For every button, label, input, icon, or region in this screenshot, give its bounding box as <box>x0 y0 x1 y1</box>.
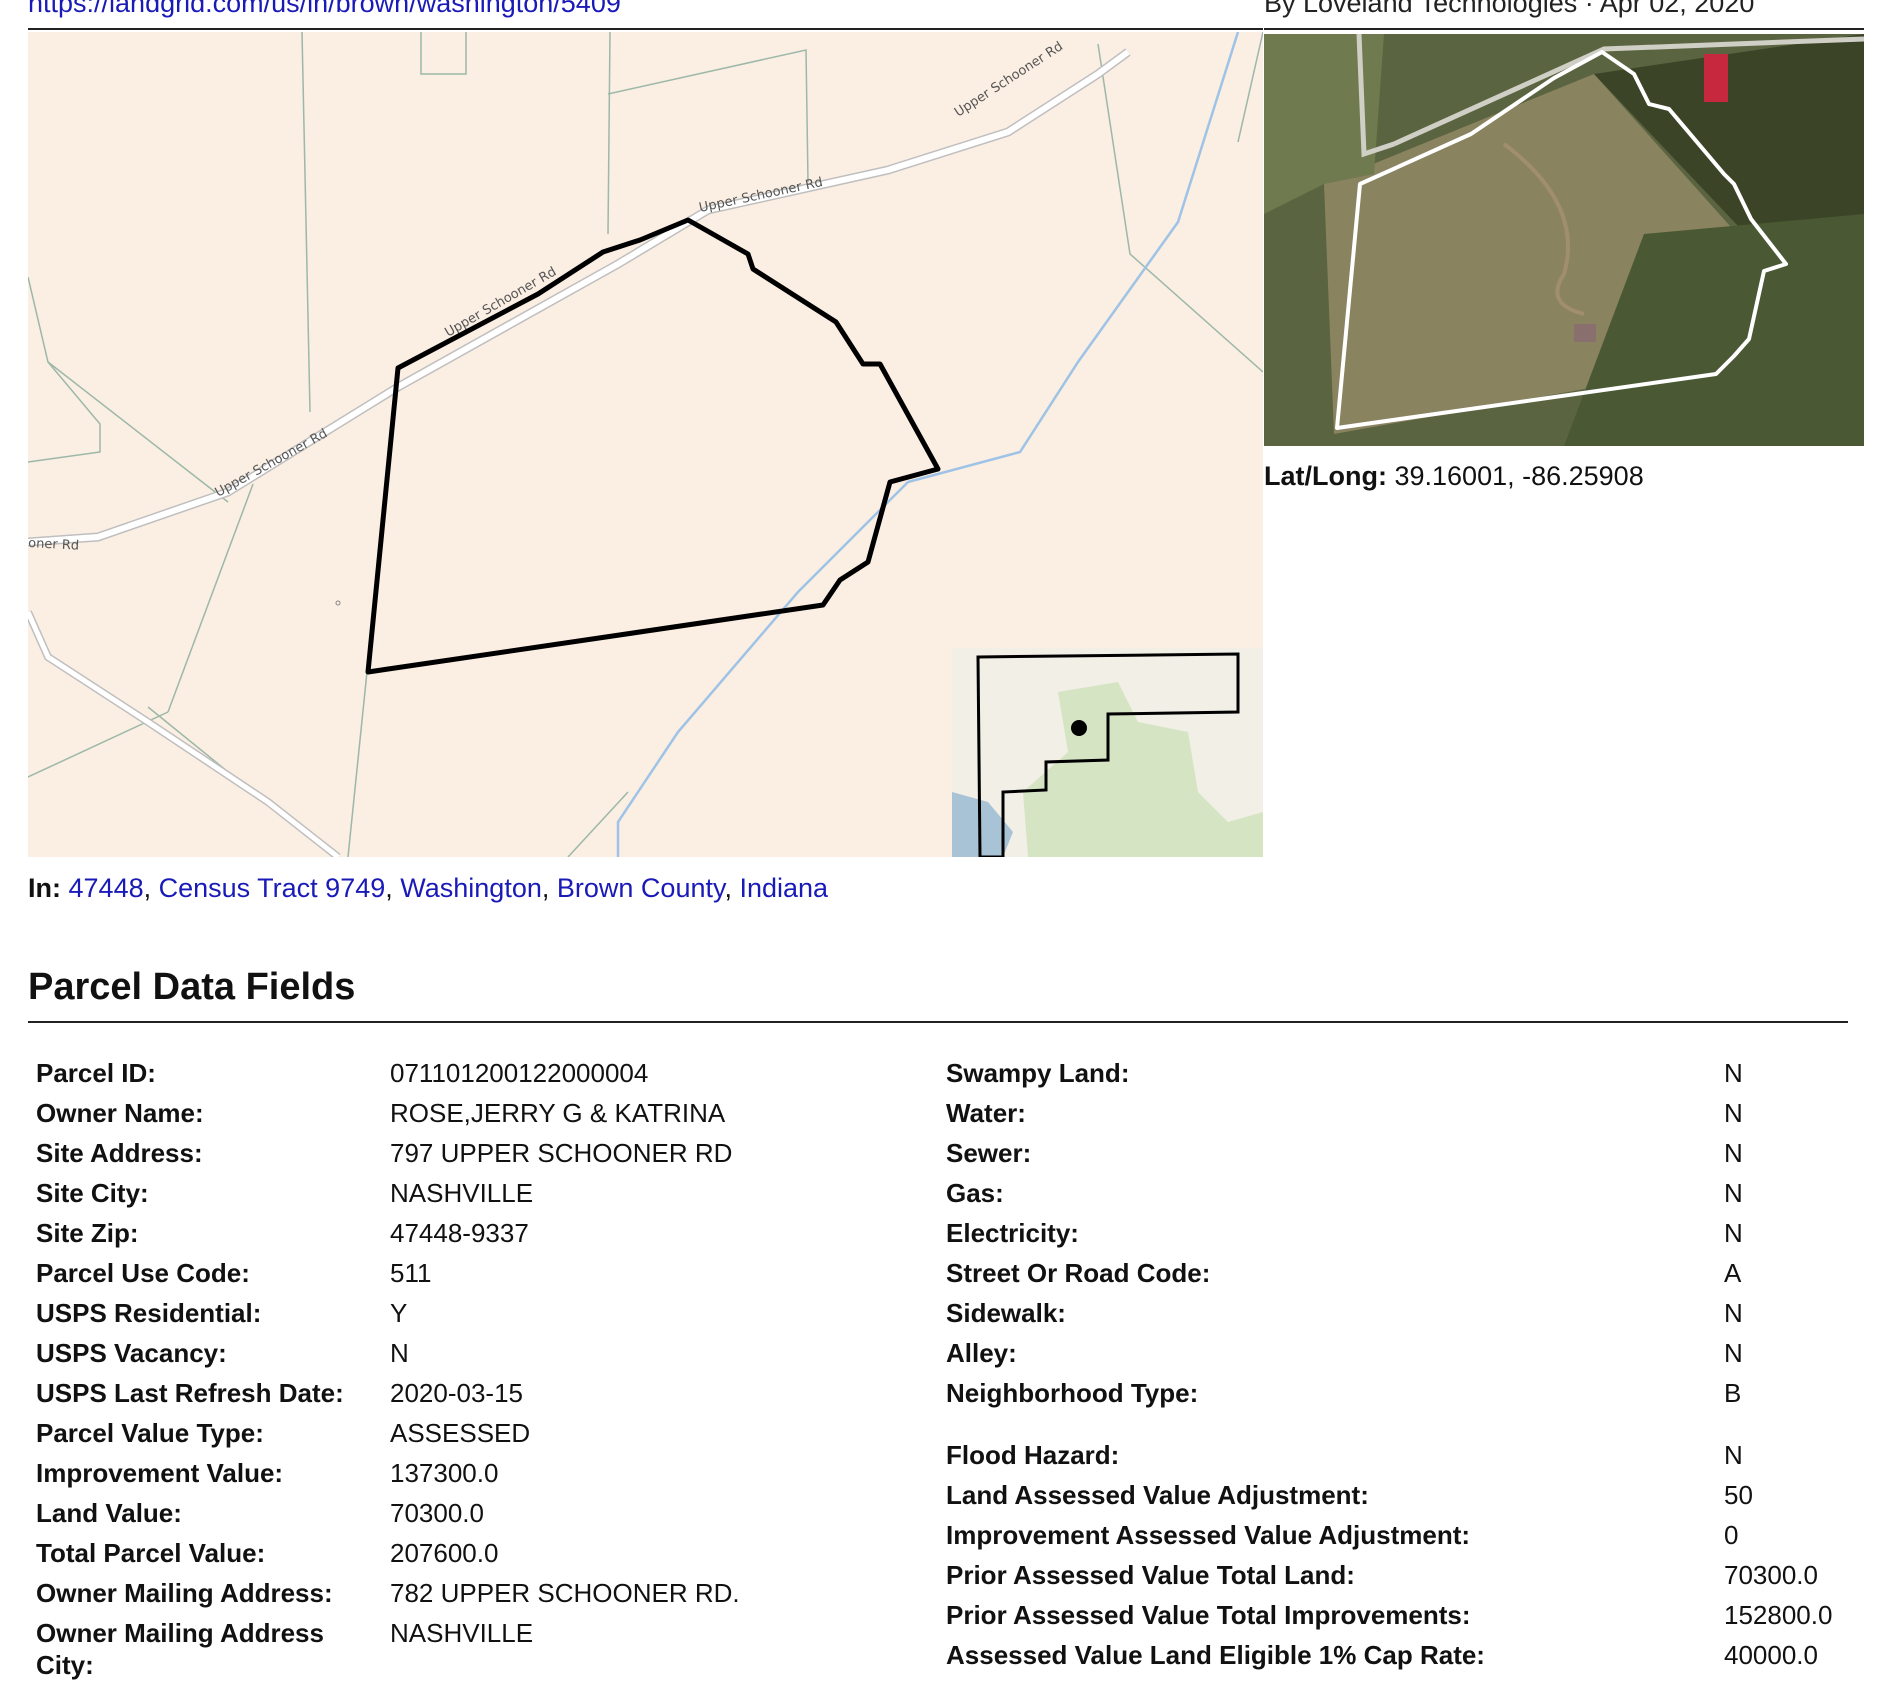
field-label: Site Zip: <box>36 1218 139 1248</box>
field-label: Flood Hazard: <box>946 1440 1120 1470</box>
subject-parcel-boundary <box>365 217 941 675</box>
parcel-map[interactable]: Upper Schooner Rd Upper Schooner Rd Uppe… <box>28 32 1263 857</box>
field-label: Gas: <box>946 1178 1004 1208</box>
header-divider-right <box>1264 28 1864 30</box>
field-label: USPS Vacancy: <box>36 1338 227 1368</box>
field-label: Owner Mailing Address <box>36 1618 324 1648</box>
field-value: N <box>1724 1178 1743 1208</box>
credit-text: By Loveland Technologies · Apr 02, 2020 <box>1264 0 1755 18</box>
field-label: Sewer: <box>946 1138 1032 1168</box>
field-label: Electricity: <box>946 1218 1079 1248</box>
field-value: N <box>1724 1218 1743 1248</box>
field-value: 40000.0 <box>1724 1640 1818 1670</box>
field-label: Swampy Land: <box>946 1058 1130 1088</box>
field-label: Owner Mailing Address: <box>36 1578 333 1608</box>
field-value: 47448-9337 <box>390 1218 529 1248</box>
field-label: Parcel Use Code: <box>36 1258 250 1288</box>
field-label: Parcel Value Type: <box>36 1418 264 1448</box>
field-label: Site City: <box>36 1178 149 1208</box>
field-value: 071101200122000004 <box>390 1058 649 1088</box>
lat-long: Lat/Long: 39.16001, -86.25908 <box>1264 461 1644 492</box>
field-value: N <box>1724 1338 1743 1368</box>
header-divider <box>28 28 1263 30</box>
field-value: NASHVILLE <box>390 1178 534 1208</box>
field-value: N <box>1724 1298 1743 1328</box>
parcel-url-link[interactable]: https://landgrid.com/us/in/brown/washing… <box>28 0 621 19</box>
locator-inset-map <box>952 648 1263 857</box>
section-title: Parcel Data Fields <box>28 966 356 1008</box>
field-value: N <box>1724 1138 1743 1168</box>
field-label: Land Value: <box>36 1498 182 1528</box>
location-label: In: <box>28 873 61 903</box>
field-value: N <box>1724 1440 1743 1470</box>
field-value: 207600.0 <box>390 1538 499 1568</box>
field-label: USPS Last Refresh Date: <box>36 1378 344 1408</box>
field-value: Y <box>390 1298 408 1328</box>
field-value: 2020-03-15 <box>390 1378 523 1408</box>
field-label: Sidewalk: <box>946 1298 1066 1328</box>
location-links: In: 47448, Census Tract 9749, Washington… <box>28 873 829 903</box>
field-label: Assessed Value Land Eligible 1% Cap Rate… <box>946 1640 1485 1670</box>
field-value: ASSESSED <box>390 1418 531 1448</box>
field-value: 797 UPPER SCHOONER RD <box>390 1138 733 1168</box>
field-label: Owner Name: <box>36 1098 204 1128</box>
field-label: Improvement Value: <box>36 1458 284 1488</box>
road-label: Upper Schooner Rd <box>213 426 331 500</box>
zip-link[interactable]: 47448 <box>69 873 144 903</box>
field-label: Improvement Assessed Value Adjustment: <box>946 1520 1471 1550</box>
field-label: Prior Assessed Value Total Land: <box>946 1560 1355 1590</box>
state-link[interactable]: Indiana <box>739 873 828 903</box>
field-value: A <box>1724 1258 1742 1288</box>
field-label: Parcel ID: <box>36 1058 156 1088</box>
road-label: oner Rd <box>28 536 79 554</box>
field-value: 152800.0 <box>1724 1600 1833 1630</box>
field-label: City: <box>36 1650 94 1680</box>
field-value: ROSE,JERRY G & KATRINA <box>390 1098 726 1128</box>
township-link[interactable]: Washington <box>400 873 542 903</box>
field-value: N <box>1724 1058 1743 1088</box>
field-value: NASHVILLE <box>390 1618 534 1648</box>
field-label: Neighborhood Type: <box>946 1378 1199 1408</box>
field-value: 782 UPPER SCHOONER RD. <box>390 1578 740 1608</box>
field-value: N <box>390 1338 409 1368</box>
satellite-image <box>1264 34 1864 446</box>
county-link[interactable]: Brown County <box>557 873 725 903</box>
field-label: USPS Residential: <box>36 1298 262 1328</box>
lat-long-value: 39.16001, -86.25908 <box>1394 461 1644 491</box>
field-label: Water: <box>946 1098 1026 1128</box>
field-label: Prior Assessed Value Total Improvements: <box>946 1600 1471 1630</box>
field-label: Street Or Road Code: <box>946 1258 1211 1288</box>
field-value: 50 <box>1724 1480 1753 1510</box>
field-value: B <box>1724 1378 1742 1408</box>
field-value: 70300.0 <box>390 1498 484 1528</box>
field-value: 0 <box>1724 1520 1739 1550</box>
field-value: 70300.0 <box>1724 1560 1818 1590</box>
field-value: 137300.0 <box>390 1458 499 1488</box>
field-label: Alley: <box>946 1338 1017 1368</box>
field-label: Land Assessed Value Adjustment: <box>946 1480 1369 1510</box>
section-divider <box>28 1021 1848 1023</box>
census-tract-link[interactable]: Census Tract 9749 <box>159 873 386 903</box>
field-value: 511 <box>390 1258 432 1288</box>
lat-long-label: Lat/Long: <box>1264 461 1387 491</box>
field-label: Site Address: <box>36 1138 203 1168</box>
field-value: N <box>1724 1098 1743 1128</box>
field-label: Total Parcel Value: <box>36 1538 266 1568</box>
road-label: Upper Schooner Rd <box>698 175 824 216</box>
